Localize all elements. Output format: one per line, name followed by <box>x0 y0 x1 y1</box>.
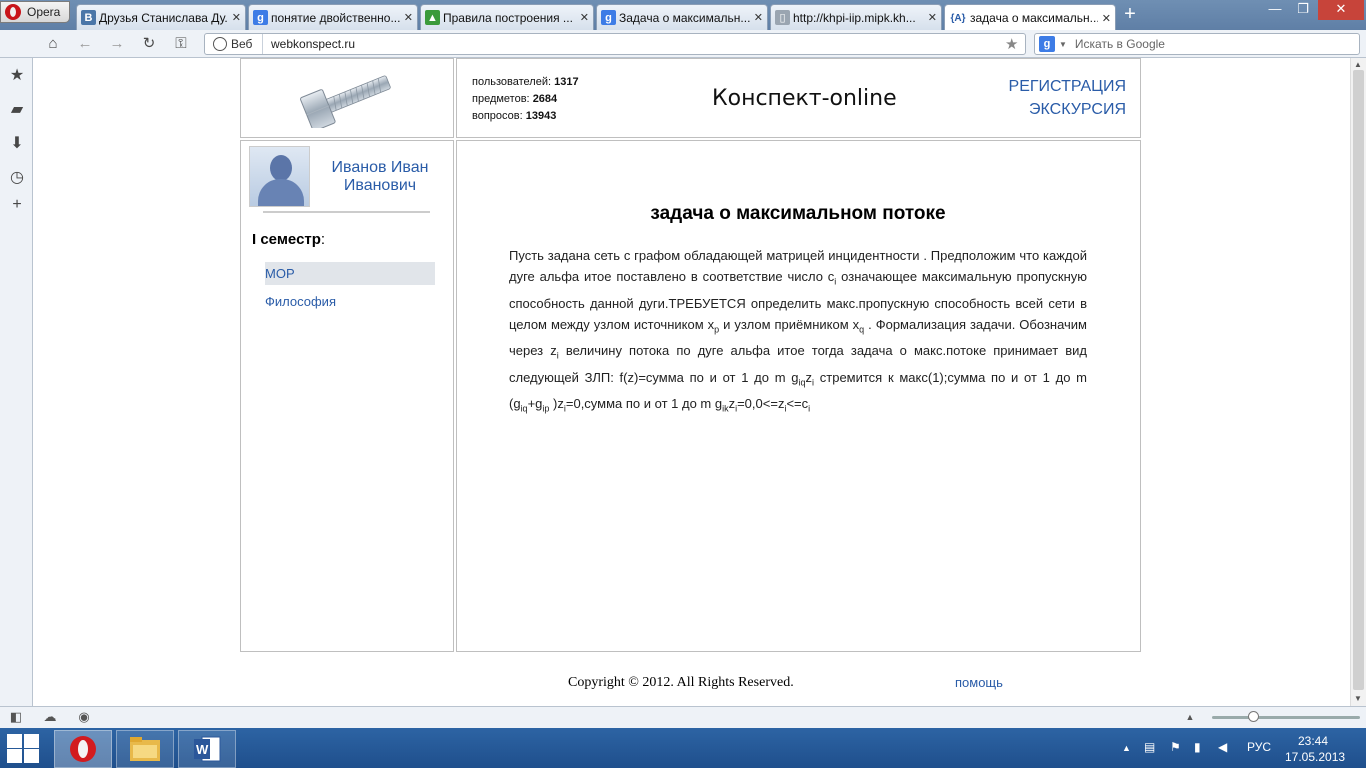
downloads-icon[interactable]: ⬇ <box>8 135 26 153</box>
zoom-slider-thumb[interactable] <box>1248 711 1259 722</box>
add-panel-icon[interactable]: + <box>8 196 26 214</box>
vertical-scrollbar[interactable]: ▲ ▼ <box>1350 58 1366 706</box>
panel-toggle-icon[interactable]: ◧ <box>8 709 24 725</box>
stat-questions: вопросов: 13943 <box>472 110 557 122</box>
opera-menu-button[interactable]: Opera <box>0 1 70 23</box>
image-icon: ▲ <box>425 10 440 25</box>
close-tab-icon[interactable]: ✕ <box>928 11 937 24</box>
home-icon[interactable]: ⌂ <box>44 35 62 53</box>
opera-logo-icon <box>5 4 21 20</box>
svg-text:W: W <box>196 742 209 757</box>
tab-khpi[interactable]: ▯ http://khpi-iip.mipk.kh... ✕ <box>770 4 942 30</box>
scroll-down-icon[interactable]: ▼ <box>1354 694 1362 703</box>
vk-icon: B <box>81 10 96 25</box>
close-tab-icon[interactable]: ✕ <box>754 11 763 24</box>
notes-icon[interactable]: ▰ <box>8 101 26 119</box>
divider <box>263 211 430 213</box>
windows-start-icon[interactable] <box>6 732 42 764</box>
speed-dial-icon[interactable]: ◉ <box>76 709 92 725</box>
globe-icon <box>213 37 227 51</box>
semester-heading: I семестр: <box>252 231 326 248</box>
help-link[interactable]: помощь <box>955 675 1003 690</box>
register-link[interactable]: РЕГИСТРАЦИЯ <box>1009 78 1126 96</box>
history-clock-icon[interactable]: ◷ <box>8 169 26 187</box>
taskbar-word-icon[interactable]: W <box>178 730 236 768</box>
subject-link-philosophy[interactable]: Философия <box>265 290 435 313</box>
address-bar[interactable]: Веб webkonspect.ru ★ <box>204 33 1026 55</box>
restore-icon[interactable]: ❐ <box>1290 0 1316 20</box>
volume-icon[interactable]: ◀ <box>1218 740 1227 754</box>
taskbar-explorer-icon[interactable] <box>116 730 174 768</box>
bookmarks-star-icon[interactable]: ★ <box>8 67 26 85</box>
battery-icon[interactable]: ▮ <box>1194 740 1201 754</box>
page-icon: ▯ <box>775 10 790 25</box>
back-icon[interactable]: ← <box>76 35 94 53</box>
browser-status-bar <box>0 706 1366 728</box>
web-scheme-label: Веб <box>205 34 263 54</box>
user-sidebar <box>240 140 454 652</box>
close-tab-icon[interactable]: ✕ <box>580 11 589 24</box>
minimize-icon[interactable]: — <box>1262 0 1288 20</box>
scroll-up-icon[interactable]: ▲ <box>1354 60 1362 69</box>
article-body: Пусть задана сеть с графом обладающей ма… <box>509 248 1087 414</box>
stat-subjects: предметов: 2684 <box>472 93 558 105</box>
tray-expand-icon[interactable]: ▲ <box>1122 743 1131 753</box>
stat-users: пользователей: 1317 <box>472 76 579 88</box>
site-title: Конспект-online <box>712 86 897 111</box>
bolt-logo-icon[interactable] <box>296 72 396 128</box>
close-tab-icon[interactable]: ✕ <box>404 11 413 24</box>
tab-konspekt-active[interactable]: {A} задача о максимальн... ✕ <box>944 4 1116 31</box>
taskbar-clock[interactable]: 23:44 17.05.2013 <box>1285 733 1345 765</box>
close-tab-icon[interactable]: ✕ <box>232 11 241 24</box>
search-field[interactable]: g ▼ Искать в Google <box>1034 33 1360 55</box>
user-name-link[interactable]: Иванов Иван Иванович <box>318 159 442 195</box>
taskbar-opera-icon[interactable] <box>54 730 112 768</box>
close-window-icon[interactable]: ✕ <box>1318 0 1364 20</box>
subject-link-mor[interactable]: МОР <box>265 262 435 285</box>
network-icon[interactable]: ▤ <box>1144 740 1155 754</box>
tour-link[interactable]: ЭКСКУРСИЯ <box>1029 101 1126 119</box>
copyright-text: Copyright © 2012. All Rights Reserved. <box>568 675 794 690</box>
flag-icon[interactable]: ⚑ <box>1170 740 1181 754</box>
url-text[interactable]: webkonspect.ru <box>263 37 1005 51</box>
bookmark-star-icon[interactable]: ★ <box>1005 35 1025 53</box>
avatar[interactable] <box>249 146 310 207</box>
tab-google-2[interactable]: g Задача о максимальн... ✕ <box>596 4 768 30</box>
tab-google-1[interactable]: g понятие двойственно... ✕ <box>248 4 418 30</box>
side-panel <box>0 58 33 706</box>
google-icon: g <box>1039 36 1055 52</box>
scrollbar-thumb[interactable] <box>1353 70 1364 690</box>
chevron-down-icon[interactable]: ▼ <box>1059 40 1067 49</box>
forward-icon[interactable]: → <box>108 35 126 53</box>
new-tab-plus-icon[interactable]: + <box>1120 4 1140 25</box>
close-tab-icon[interactable]: ✕ <box>1102 12 1111 25</box>
tab-vk[interactable]: B Друзья Станислава Ду... ✕ <box>76 4 246 30</box>
konspekt-icon: {A} <box>950 12 966 24</box>
zoom-slider-track[interactable] <box>1212 716 1360 719</box>
tab-image[interactable]: ▲ Правила построения ... ✕ <box>420 4 594 30</box>
article-title: задача о максимальном потоке <box>650 203 946 224</box>
zoom-menu-icon[interactable]: ▲ <box>1182 709 1198 725</box>
google-icon: g <box>601 10 616 25</box>
key-icon[interactable]: ⚿ <box>170 35 192 53</box>
cloud-icon[interactable]: ☁ <box>42 709 58 725</box>
language-indicator[interactable]: РУС <box>1247 740 1271 754</box>
reload-icon[interactable]: ↻ <box>140 35 158 53</box>
google-icon: g <box>253 10 268 25</box>
